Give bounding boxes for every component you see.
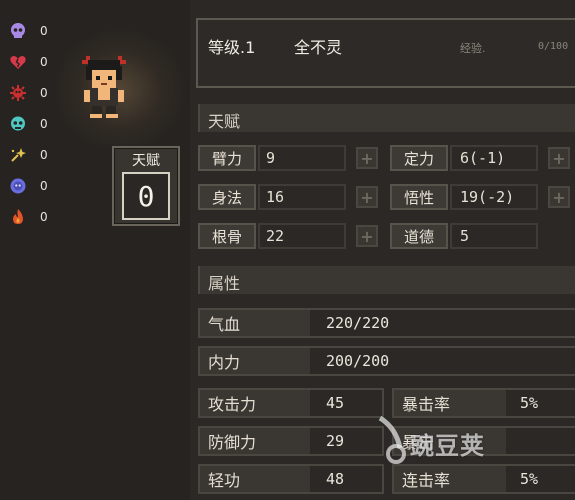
attr-row-combo-rate: 连击率 5% [392,464,575,494]
resource-row-broken-heart[interactable]: 0 [8,51,48,73]
teal-skull-icon [8,114,28,134]
attr-value-mp: 200/200 [326,352,390,370]
attr-value-lightness: 48 [326,470,345,488]
stats-panel: 等级.1 全不灵 经验. 0/100 天赋 臂力 9 + 定力 6(-1) + … [190,0,575,500]
resource-count: 0 [40,86,48,100]
talent-card-box: 0 [122,172,170,220]
exp-label: 经验. [460,42,486,55]
talent-points-card: 天赋 0 [112,146,180,226]
stat-value-morality: 5 [460,227,470,245]
left-column: 0 0 0 0 0 0 0 天赋 0 [0,0,190,500]
talents-section-header: 天赋 [198,104,575,132]
attr-value-defense: 29 [326,432,345,450]
resource-row-purple-face[interactable]: 0 [8,175,48,197]
attr-label-crit: 暴击 [394,428,506,454]
attr-label-defense: 防御力 [200,428,310,454]
stat-value-strength: 9 [266,149,276,167]
stat-label-focus: 定力 [390,145,448,171]
attr-row-mp: 内力 200/200 [198,346,575,376]
character-screen: 0 0 0 0 0 0 0 天赋 0 等级.1 全不灵 经验. 0/100 天赋… [0,0,575,500]
add-focus-button[interactable]: + [548,147,570,169]
attr-value-hp: 220/220 [326,314,390,332]
resource-count: 0 [40,148,48,162]
character-level: 等级.1 [208,38,256,57]
stat-value-constitution: 22 [266,227,285,245]
attr-label-attack: 攻击力 [200,390,310,416]
add-strength-button[interactable]: + [356,147,378,169]
talent-points-value: 0 [137,179,155,213]
stat-value-agility: 16 [266,188,285,206]
resource-row-teal-skull[interactable]: 0 [8,113,48,135]
fire-icon [8,207,28,227]
resource-row-yellow-spark[interactable]: 0 [8,144,48,166]
stat-label-insight: 悟性 [390,184,448,210]
attr-value-attack: 45 [326,394,345,412]
attr-label-hp: 气血 [200,310,310,336]
stat-label-strength: 臂力 [198,145,256,171]
add-insight-button[interactable]: + [548,186,570,208]
add-agility-button[interactable]: + [356,186,378,208]
character-header: 等级.1 全不灵 经验. 0/100 [196,18,575,88]
stat-value-insight: 19(-2) [460,188,515,206]
talents-section-title: 天赋 [208,112,241,131]
attr-label-lightness: 轻功 [200,466,310,492]
attr-label-mp: 内力 [200,348,310,374]
attr-label-combo-rate: 连击率 [394,466,506,492]
attr-row-crit: 暴击 [392,426,575,456]
attr-row-attack: 攻击力 45 [198,388,384,418]
red-virus-icon [8,83,28,103]
attr-label-crit-rate: 暴击率 [394,390,506,416]
resource-count: 0 [40,210,48,224]
talent-card-title: 天赋 [132,153,160,169]
resource-row-skull[interactable]: 0 [8,20,48,42]
skull-icon [8,21,28,41]
stat-label-agility: 身法 [198,184,256,210]
resource-row-fire[interactable]: 0 [8,206,48,228]
add-constitution-button[interactable]: + [356,225,378,247]
resource-count: 0 [40,117,48,131]
attr-value-crit-rate: 5% [520,394,539,412]
attr-row-hp: 气血 220/220 [198,308,575,338]
stat-label-morality: 道德 [390,223,448,249]
resource-count: 0 [40,179,48,193]
broken-heart-icon [8,52,28,72]
attr-value-combo-rate: 5% [520,470,539,488]
stat-value-focus: 6(-1) [460,149,506,167]
yellow-spark-icon [8,145,28,165]
character-avatar[interactable] [74,52,134,124]
attr-row-crit-rate: 暴击率 5% [392,388,575,418]
attributes-section-header: 属性 [198,266,575,294]
resource-row-red-virus[interactable]: 0 [8,82,48,104]
stat-label-constitution: 根骨 [198,223,256,249]
attr-row-lightness: 轻功 48 [198,464,384,494]
attr-row-defense: 防御力 29 [198,426,384,456]
resource-count: 0 [40,24,48,38]
exp-value: 0/100 [538,41,569,52]
purple-face-icon [8,176,28,196]
resource-count: 0 [40,55,48,69]
character-name: 全不灵 [294,38,343,57]
attributes-section-title: 属性 [208,274,241,293]
